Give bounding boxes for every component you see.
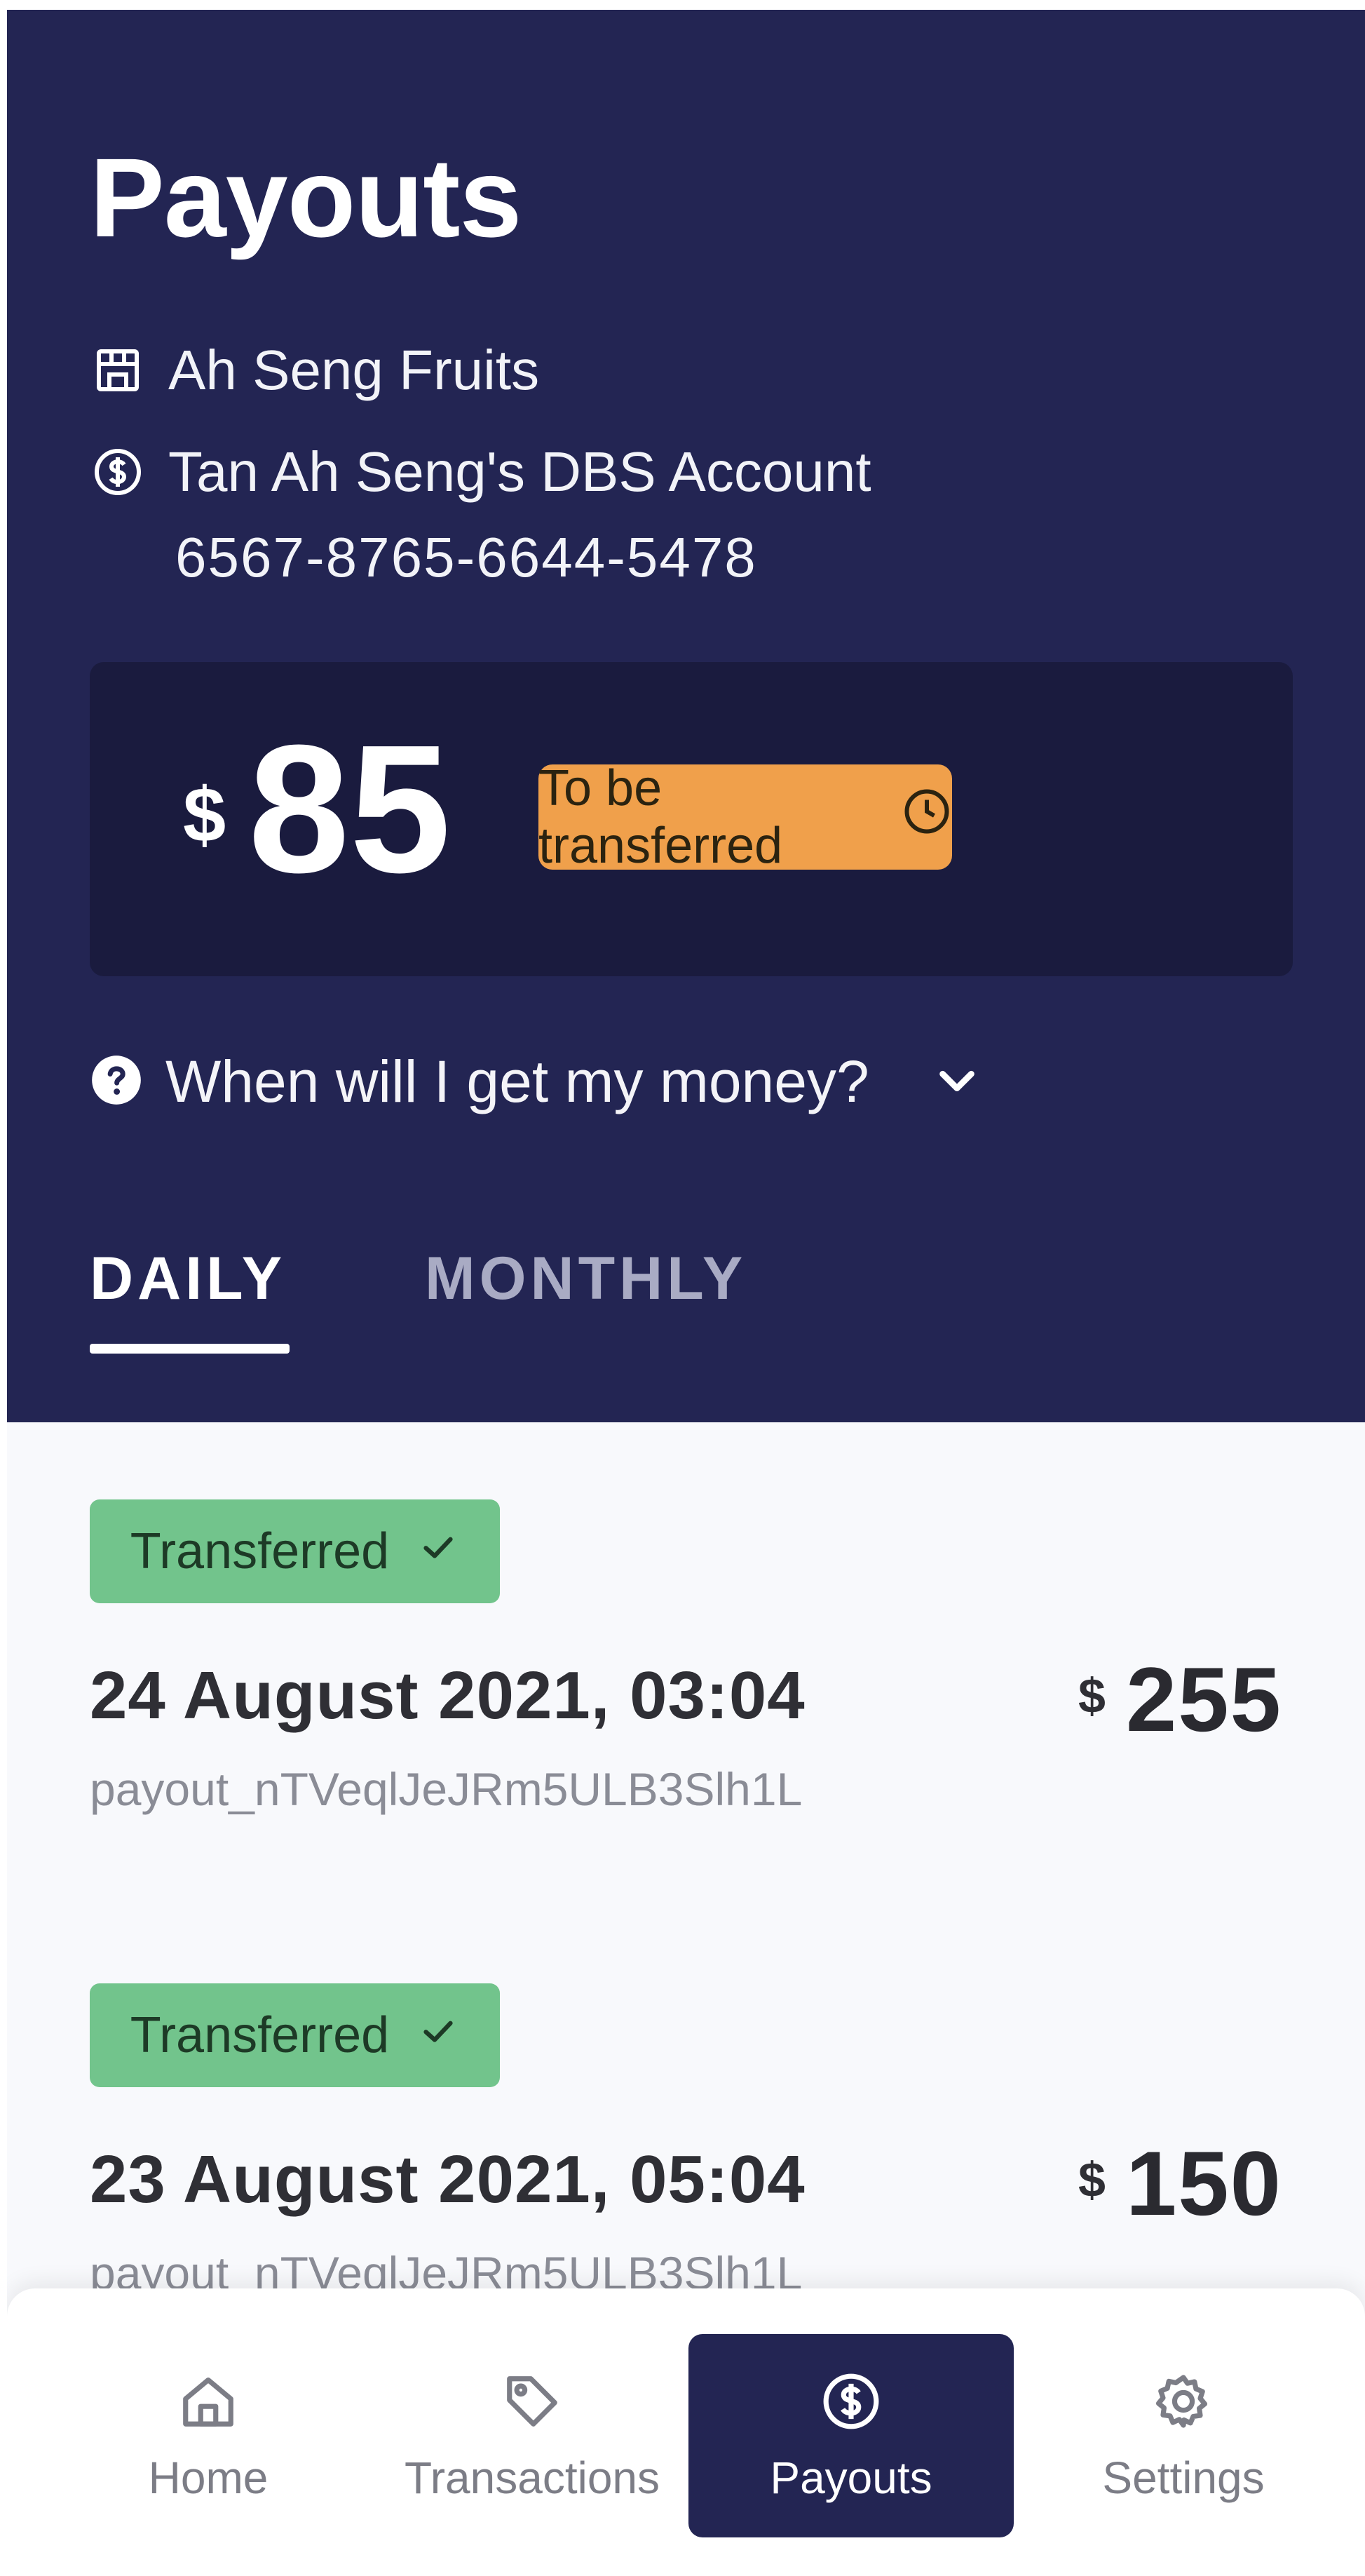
tag-icon (498, 2368, 566, 2435)
payout-amount: 255 (1126, 1648, 1282, 1751)
dollar-circle-icon (817, 2368, 885, 2435)
payout-date: 24 August 2021, 03:04 (90, 1658, 806, 1733)
bank-account-number: 6567-8765-6644-5478 (175, 526, 757, 588)
nav-transactions-label: Transactions (405, 2453, 660, 2503)
transferred-status-badge: Transferred (90, 1983, 500, 2087)
payout-amount: 150 (1126, 2132, 1282, 2234)
payout-list-item[interactable]: Transferred 23 August 2021, 05:04 $ 150 … (7, 1906, 1365, 2299)
bottom-navigation: Home Transactions Payouts Settings (7, 2288, 1365, 2576)
checkmark-icon (417, 1523, 459, 1580)
chevron-down-icon (932, 1056, 982, 1108)
payout-currency: $ (1078, 2152, 1106, 2207)
checkmark-icon (417, 2007, 459, 2064)
payout-list-item[interactable]: Transferred 24 August 2021, 03:04 $ 255 … (7, 1422, 1365, 1815)
store-icon (90, 342, 146, 398)
gear-icon (1150, 2368, 1217, 2435)
page-title: Payouts (90, 135, 522, 260)
nav-settings[interactable]: Settings (1021, 2334, 1346, 2537)
nav-settings-label: Settings (1102, 2453, 1265, 2503)
status-label: Transferred (130, 2007, 390, 2063)
payout-date: 23 August 2021, 05:04 (90, 2142, 806, 2217)
period-tabs: DAILY MONTHLY (90, 1244, 931, 1354)
status-label: Transferred (130, 1523, 390, 1579)
bank-account-name: Tan Ah Seng's DBS Account (168, 440, 871, 503)
balance-card: $ 85 To be transferred (90, 662, 1293, 976)
clock-icon (902, 786, 952, 849)
payout-timing-faq[interactable]: When will I get my money? (90, 1048, 982, 1116)
shop-row: Ah Seng Fruits (90, 339, 539, 401)
active-tab-indicator (90, 1344, 290, 1354)
payout-currency: $ (1078, 1668, 1106, 1723)
balance-amount: 85 (248, 708, 451, 911)
nav-payouts[interactable]: Payouts (688, 2334, 1014, 2537)
nav-home-label: Home (148, 2453, 269, 2503)
transferred-status-badge: Transferred (90, 1499, 500, 1603)
faq-question: When will I get my money? (165, 1048, 869, 1114)
shop-name: Ah Seng Fruits (168, 339, 540, 401)
tab-daily[interactable]: DAILY (90, 1244, 286, 1314)
tab-monthly[interactable]: MONTHLY (425, 1244, 747, 1314)
bank-account-row: Tan Ah Seng's DBS Account (90, 441, 871, 503)
payouts-header: Payouts Ah Seng Fruits Tan Ah Seng's DBS… (7, 10, 1365, 1422)
app-screen: Payouts Ah Seng Fruits Tan Ah Seng's DBS… (7, 10, 1365, 2576)
home-icon (175, 2368, 242, 2435)
pending-status-label: To be transferred (538, 760, 783, 874)
help-icon (90, 1053, 143, 1110)
nav-payouts-label: Payouts (770, 2453, 932, 2503)
pending-status-badge: To be transferred (538, 760, 952, 874)
currency-sign: $ (183, 772, 226, 858)
nav-transactions[interactable]: Transactions (369, 2334, 695, 2537)
nav-home[interactable]: Home (46, 2334, 371, 2537)
dollar-circle-icon (90, 444, 146, 500)
payout-id: payout_nTVeqlJeJRm5ULB3Slh1L (90, 1763, 803, 1815)
